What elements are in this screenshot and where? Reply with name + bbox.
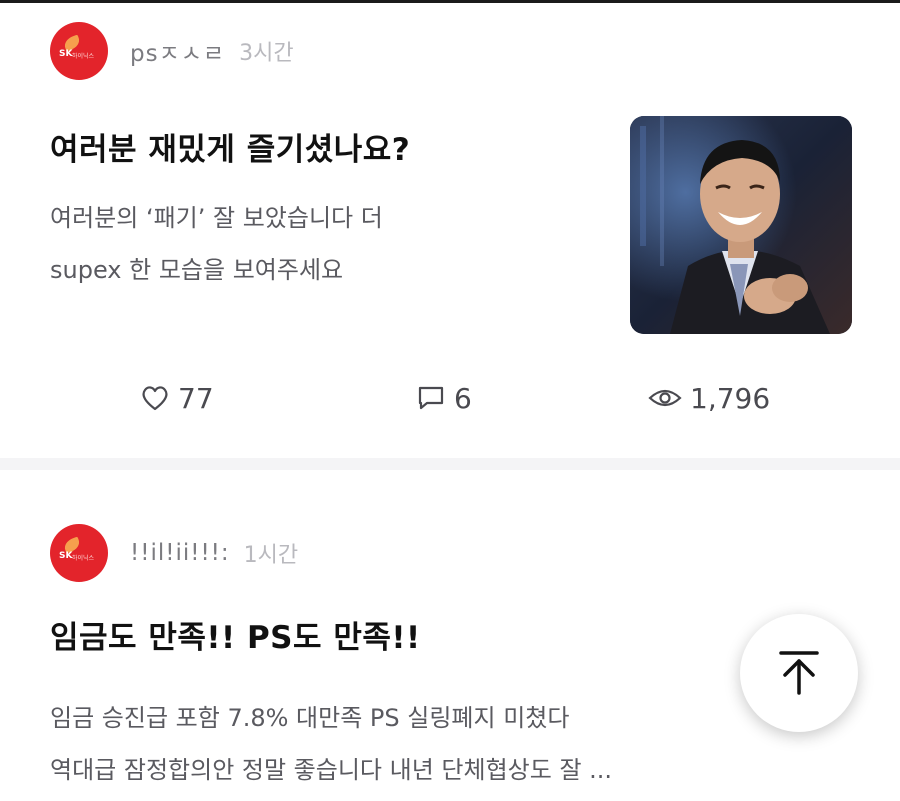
comment-icon [418,386,444,410]
avatar-logo-tag: 하이닉스 [72,53,95,60]
post-author-row: SK 하이닉스 psㅈㅅㄹ 3시간 [50,22,294,80]
post-title[interactable]: 임금도 만족!! PS도 만족!! [50,612,421,657]
avatar-logo-tag: 하이닉스 [72,555,95,562]
avatar[interactable]: SK 하이닉스 [50,524,108,582]
post-time: 1시간 [243,543,299,568]
comment-button[interactable]: 6 [416,376,472,420]
comment-count: 6 [454,381,472,415]
post-author-row: SK 하이닉스 !!il!ii!!!: 1시간 [50,524,298,582]
post-time: 3시간 [239,41,294,66]
heart-icon [142,386,168,411]
avatar[interactable]: SK 하이닉스 [50,22,108,80]
post-body-line: 임금 승진급 포함 7.8% 대만족 PS 실링폐지 미쳤다 [50,704,570,732]
views-indicator: 1,796 [648,376,770,420]
author-name[interactable]: psㅈㅅㄹ [130,34,225,68]
post-body-line: supex 한 모습을 보여주세요 [50,256,344,284]
post-card[interactable]: SK 하이닉스 psㅈㅅㄹ 3시간 여러분 재밌게 즐기셨나요? 여러분의 ‘패… [0,0,900,458]
like-count: 77 [178,381,214,415]
post-body[interactable]: 여러분의 ‘패기’ 잘 보았습니다 더 supex 한 모습을 보여주세요 [50,192,570,296]
arrow-up-icon [779,651,819,695]
post-thumbnail[interactable] [630,116,852,334]
scroll-top-button[interactable] [740,614,858,732]
eye-icon [648,389,682,407]
post-divider [0,458,900,470]
post-body[interactable]: 임금 승진급 포함 7.8% 대만족 PS 실링폐지 미쳤다 역대급 잠정합의안… [50,692,850,796]
view-count: 1,796 [690,381,771,415]
like-button[interactable]: 77 [140,376,214,420]
avatar-logo-text: SK [59,49,73,59]
post-stats: 77 6 1,796 [0,376,900,420]
author-name[interactable]: !!il!ii!!!: [130,540,230,566]
post-body-line: 역대급 잠정합의안 정말 좋습니다 내년 단체협상도 잘 ... [50,756,613,784]
avatar-logo-text: SK [59,551,73,561]
person-photo-thumbnail [630,116,852,334]
post-title[interactable]: 여러분 재밌게 즐기셨나요? [50,124,410,169]
post-body-line: 여러분의 ‘패기’ 잘 보았습니다 더 [50,204,383,232]
